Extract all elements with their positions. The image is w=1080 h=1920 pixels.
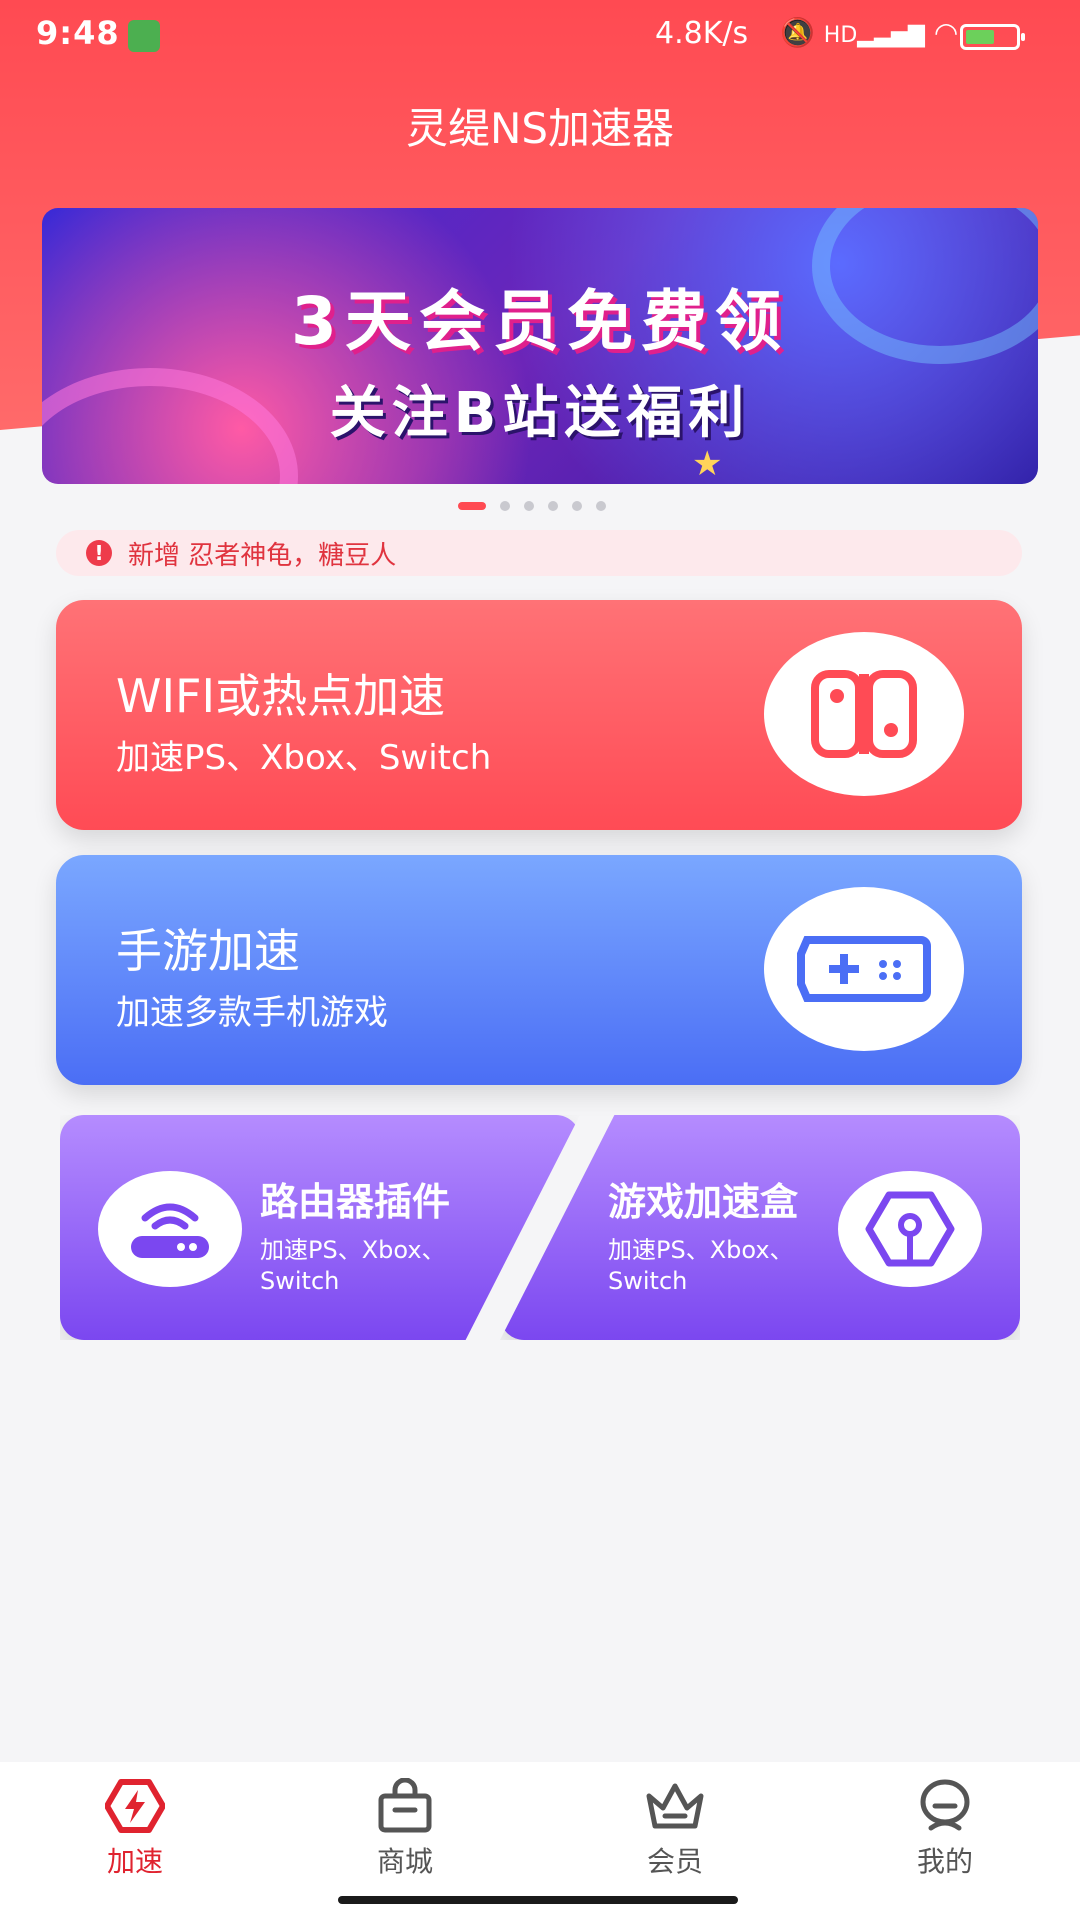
- pagination-dot[interactable]: [596, 501, 606, 511]
- hd-signal-icon: HD▂▃▅▇: [823, 23, 925, 48]
- banner-pagination[interactable]: [458, 500, 606, 512]
- status-icons: 🔕 HD▂▃▅▇ ◠: [780, 16, 958, 49]
- wifi-hotspot-accelerate-card[interactable]: WIFI或热点加速 加速PS、Xbox、Switch: [56, 600, 1022, 830]
- card-subtitle: 加速PS、Xbox、Switch: [116, 738, 492, 778]
- pagination-dot[interactable]: [548, 501, 558, 511]
- nav-profile[interactable]: 我的: [865, 1778, 1025, 1888]
- mute-icon: 🔕: [780, 16, 815, 49]
- tile-subtitle-line: Switch: [260, 1267, 340, 1295]
- banner-headline: 3天会员免费领: [291, 283, 789, 360]
- shopping-bag-icon: [378, 1778, 432, 1833]
- card-title: WIFI或热点加速: [116, 669, 446, 723]
- tile-subtitle-line: Switch: [608, 1267, 688, 1295]
- pagination-dot[interactable]: [572, 501, 582, 511]
- game-accelerator-box-tile[interactable]: 游戏加速盒 加速PS、Xbox、 Switch: [500, 1115, 1020, 1340]
- switch-console-icon: [764, 632, 964, 796]
- router-icon: [98, 1171, 242, 1287]
- nav-label: 我的: [916, 1845, 973, 1878]
- status-bar: 9:48 4.8K/s 🔕 HD▂▃▅▇ ◠: [0, 0, 1080, 72]
- nav-label: 会员: [646, 1845, 703, 1878]
- tile-subtitle-line: 加速PS、Xbox、: [260, 1236, 446, 1264]
- banner-subheadline: 关注B站送福利: [329, 381, 751, 446]
- app-notification-icon: [128, 20, 160, 52]
- network-speed: 4.8K/s: [655, 16, 749, 51]
- tile-title: 游戏加速盒: [608, 1180, 799, 1224]
- hex-box-icon: [838, 1171, 982, 1287]
- tile-title: 路由器插件: [260, 1180, 451, 1224]
- nav-membership[interactable]: 会员: [595, 1778, 755, 1888]
- notice-text: 新增 忍者神龟，糖豆人: [128, 540, 397, 571]
- tile-subtitle: 加速PS、Xbox、 Switch: [260, 1235, 446, 1297]
- wifi-icon: ◠: [933, 16, 959, 49]
- mobile-game-accelerate-card[interactable]: 手游加速 加速多款手机游戏: [56, 855, 1022, 1085]
- nav-store[interactable]: 商城: [325, 1778, 485, 1888]
- nav-label: 商城: [376, 1845, 433, 1878]
- pagination-dot[interactable]: [524, 501, 534, 511]
- gamepad-icon: [764, 887, 964, 1051]
- card-subtitle: 加速多款手机游戏: [116, 993, 388, 1033]
- router-plugin-tile[interactable]: 路由器插件 加速PS、Xbox、 Switch: [60, 1115, 580, 1340]
- lightning-hex-icon: [105, 1779, 165, 1833]
- tile-subtitle: 加速PS、Xbox、 Switch: [608, 1235, 794, 1297]
- nav-label: 加速: [106, 1845, 163, 1878]
- star-icon: ★: [692, 444, 723, 484]
- notice-bar[interactable]: ! 新增 忍者神龟，糖豆人: [56, 530, 1022, 576]
- promo-banner[interactable]: 3天会员免费领 关注B站送福利 ★: [42, 208, 1038, 484]
- crown-icon: [646, 1783, 704, 1829]
- profile-icon: [920, 1779, 970, 1831]
- page-title: 灵缇NS加速器: [405, 104, 675, 153]
- nav-accelerate[interactable]: 加速: [55, 1778, 215, 1888]
- tile-subtitle-line: 加速PS、Xbox、: [608, 1236, 794, 1264]
- home-indicator[interactable]: [338, 1896, 738, 1904]
- alert-icon: !: [86, 540, 112, 566]
- status-time: 9:48: [36, 14, 120, 52]
- pagination-dot[interactable]: [458, 502, 486, 510]
- pagination-dot[interactable]: [500, 501, 510, 511]
- battery-charging-icon: [960, 24, 1025, 50]
- card-title: 手游加速: [116, 924, 300, 978]
